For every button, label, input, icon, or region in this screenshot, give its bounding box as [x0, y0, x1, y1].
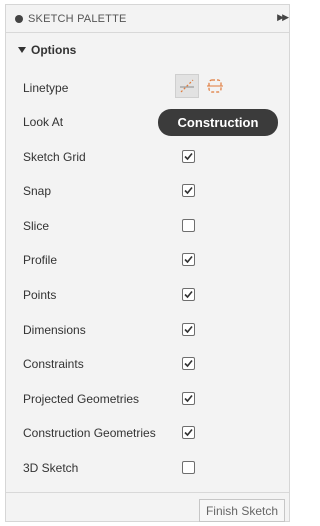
option-row: Constraints [6, 347, 289, 381]
option-label: Projected Geometries [23, 391, 140, 406]
construction-tooltip: Construction [158, 109, 278, 136]
option-checkbox[interactable] [182, 149, 195, 163]
option-row: Slice [6, 209, 289, 243]
checkmark-icon [184, 256, 193, 264]
centerline-linetype-icon [207, 79, 223, 93]
option-label: 3D Sketch [23, 461, 79, 475]
option-label: Dimensions [23, 322, 86, 337]
option-label: Look At [23, 115, 64, 129]
option-checkbox[interactable] [182, 253, 195, 267]
option-label: Sketch Grid [23, 149, 86, 164]
checkmark-icon [184, 429, 193, 437]
option-checkbox[interactable] [182, 288, 195, 301]
checkmark-icon [184, 152, 193, 160]
option-label: Points [23, 288, 57, 302]
checkmark-icon [184, 325, 193, 333]
option-row: Snap [6, 174, 289, 208]
palette-title: SKETCH PALETTE [28, 12, 127, 25]
finish-sketch-button[interactable]: Finish Sketch [198, 499, 285, 522]
options-section-title: Options [31, 43, 77, 57]
option-checkbox[interactable] [182, 461, 195, 474]
option-row: Points [6, 278, 289, 312]
construction-linetype-button[interactable] [175, 74, 199, 98]
option-checkbox[interactable] [182, 426, 195, 440]
checkmark-icon [184, 360, 193, 368]
linetype-label: Linetype [23, 81, 69, 95]
checkmark-icon [184, 290, 193, 299]
option-row: Projected Geometries [6, 382, 289, 416]
option-checkbox[interactable] [182, 218, 195, 232]
option-label: Constraints [23, 357, 84, 372]
option-checkbox[interactable] [182, 184, 195, 198]
option-row: Profile [6, 243, 289, 277]
option-row: Construction Geometries [6, 416, 289, 450]
linetype-row: Linetype [6, 71, 289, 105]
option-row: Sketch Grid [6, 140, 289, 174]
footer-divider [6, 492, 289, 493]
options-section-toggle[interactable]: Options [18, 43, 76, 57]
collapse-triangle-icon [18, 47, 26, 53]
option-checkbox[interactable] [182, 322, 195, 336]
expand-arrows-icon[interactable]: ▶▶ [277, 12, 289, 23]
checkmark-icon [184, 187, 193, 195]
option-checkbox[interactable] [182, 357, 195, 371]
option-row: Dimensions [6, 313, 289, 347]
option-label: Construction Geometries [23, 426, 156, 441]
option-label: Profile [23, 253, 58, 268]
palette-header[interactable]: SKETCH PALETTE ▶▶ [6, 5, 289, 33]
sketch-palette-panel: SKETCH PALETTE ▶▶ Options Linetype Look … [5, 4, 290, 522]
option-label: Snap [23, 184, 52, 199]
centerline-linetype-button[interactable] [203, 74, 227, 98]
option-label: Slice [23, 218, 50, 233]
construction-linetype-icon [180, 79, 194, 93]
palette-status-dot-icon [15, 14, 23, 23]
checkmark-icon [184, 394, 193, 402]
option-row: 3D Sketch [6, 451, 289, 485]
option-checkbox[interactable] [182, 391, 195, 405]
